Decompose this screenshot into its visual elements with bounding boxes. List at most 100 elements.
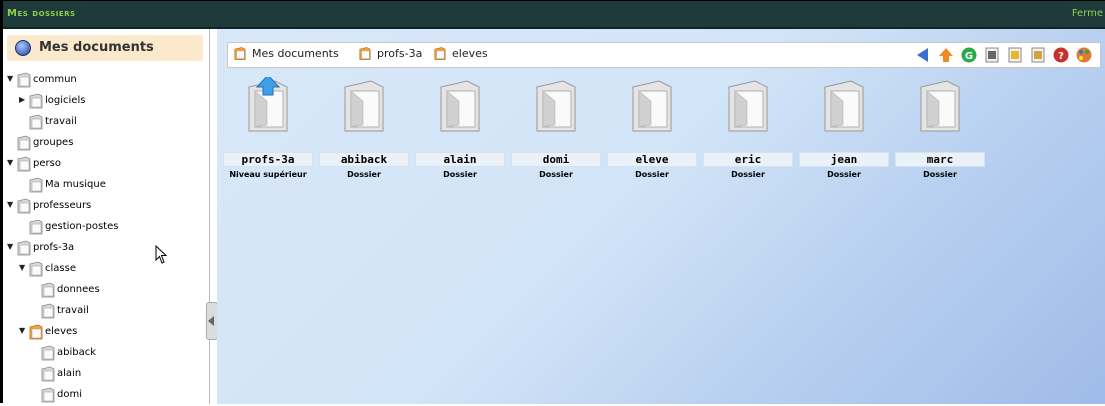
breadcrumb-item[interactable]: eleves [452,47,488,60]
folder-icon [824,80,864,132]
up-icon[interactable] [937,46,955,64]
folder-name: eleve [607,152,697,167]
window-titlebar: Mes dossiers Ferme [3,1,1105,29]
tree-item-label: Ma musique [45,179,106,190]
expanded-arrow-icon[interactable]: ▼ [7,159,15,167]
expanded-arrow-icon[interactable]: ▼ [7,243,15,251]
folder-shape [29,114,43,130]
tree-item-label: groupes [33,137,74,148]
folder-type: Dossier [827,170,861,179]
folder-icon [536,80,576,132]
tree-item-label: donnees [57,284,100,295]
folder-shape [41,366,55,382]
tree-item-label: profs-3a [33,242,75,253]
folder-icon [29,261,43,277]
back-icon[interactable] [914,46,932,64]
folder-icon [29,177,43,193]
folder-icon [29,219,43,235]
folder-shape [359,47,371,60]
tree-item-label: commun [33,74,77,85]
folder-icon [440,80,480,132]
folder-tile-alain[interactable]: alain Dossier [415,77,505,187]
folder-icon [17,72,31,88]
folder-shape [41,387,55,403]
folder-type: Niveau supérieur [229,170,307,179]
folder-type: Dossier [443,170,477,179]
folder-name: domi [511,152,601,167]
expanded-arrow-icon[interactable]: ▼ [19,327,27,335]
breadcrumb-folder-icon [234,46,246,61]
folder-icon [344,80,384,132]
folder-shape [29,261,43,277]
folder-shape [29,93,43,109]
folder-icon [41,303,55,319]
folder-name: eric [703,152,793,167]
folder-type: Dossier [731,170,765,179]
parent-folder-icon [248,77,288,132]
folder-content-area: Mes documents profs-3a eleves G? profs-3a N… [217,29,1105,404]
folder-type: Dossier [539,170,573,179]
navigation-toolbar: Mes documents profs-3a eleves G? [227,42,1101,68]
folder-shape [234,47,246,60]
folder-shape [29,219,43,235]
sidebar-title: Mes documents [39,40,154,55]
folder-icon [29,93,43,109]
tree-item-label: abiback [57,347,97,358]
new-folder-icon[interactable] [1006,46,1024,64]
folder-shape [17,135,31,151]
tree-icon[interactable] [983,46,1001,64]
tree-item-label: professeurs [33,200,92,211]
svg-text:G: G [965,51,973,62]
palette-icon[interactable] [1075,46,1093,64]
folder-shape [17,240,31,256]
folder-shape [41,282,55,298]
collapsed-arrow-icon[interactable]: ▶ [19,96,27,104]
folder-name: alain [415,152,505,167]
expanded-arrow-icon[interactable]: ▼ [19,264,27,272]
sidebar-header[interactable]: Mes documents [7,35,203,61]
folder-icon [41,282,55,298]
folder-tile-eleve[interactable]: eleve Dossier [607,77,697,187]
expanded-arrow-icon[interactable]: ▼ [7,75,15,83]
folder-icon [29,114,43,130]
tree-item-label: travail [45,116,77,127]
folder-icon [41,387,55,403]
folder-shape [434,47,446,60]
folder-shape [41,345,55,361]
folder-icon [920,80,960,132]
mouse-cursor-icon [155,245,168,264]
folder-type: Dossier [923,170,957,179]
folder-shape [29,177,43,193]
folder-icon [17,240,31,256]
file-manager-window: Mes dossiers Ferme Mes documents ▼ commun… [0,0,1105,404]
folder-icon [632,80,672,132]
calendar-icon[interactable] [1029,46,1047,64]
close-button[interactable]: Ferme [1072,8,1103,19]
folder-tile-abiback[interactable]: abiback Dossier [319,77,409,187]
help-icon[interactable]: ? [1052,46,1070,64]
tree-item-label: travail [57,305,89,316]
folder-shape [17,156,31,172]
breadcrumb-item[interactable]: profs-3a [377,47,422,60]
folder-name: profs-3a [223,152,313,167]
folder-tile-profs-3a[interactable]: profs-3a Niveau supérieur [223,77,313,187]
folder-tile-domi[interactable]: domi Dossier [511,77,601,187]
folder-icon [41,366,55,382]
window-title: Mes dossiers [7,8,76,19]
tree-item-label: gestion-postes [45,221,119,232]
expanded-arrow-icon[interactable]: ▼ [7,201,15,209]
breadcrumb-item[interactable]: Mes documents [252,47,339,60]
folder-tile-marc[interactable]: marc Dossier [895,77,985,187]
folder-icon [728,80,768,132]
folder-tile-jean[interactable]: jean Dossier [799,77,889,187]
tree-item-label: classe [45,263,76,274]
folder-tile-eric[interactable]: eric Dossier [703,77,793,187]
refresh-icon[interactable]: G [960,46,978,64]
tree-item-label: logiciels [45,95,86,106]
breadcrumb-folder-icon [434,46,446,61]
folder-icon [17,198,31,214]
folder-name: abiback [319,152,409,167]
svg-text:?: ? [1058,51,1064,62]
folder-type: Dossier [347,170,381,179]
globe-icon [15,40,31,56]
